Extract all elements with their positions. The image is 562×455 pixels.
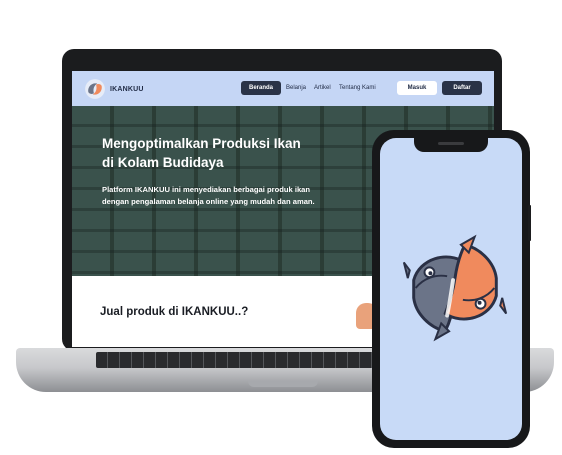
laptop-keyboard xyxy=(96,352,396,368)
phone-side-button xyxy=(528,205,531,241)
login-button[interactable]: Masuk xyxy=(397,81,437,95)
register-button[interactable]: Daftar xyxy=(442,81,482,95)
nav-belanja-link[interactable]: Belanja xyxy=(286,85,306,91)
brand-name: IKANKUU xyxy=(110,85,144,93)
hero-title: Mengoptimalkan Produksi Ikan di Kolam Bu… xyxy=(102,134,342,172)
nav-beranda-button[interactable]: Beranda xyxy=(241,81,281,95)
brand[interactable]: IKANKUU xyxy=(84,78,144,100)
nav-artikel-link[interactable]: Artikel xyxy=(314,85,331,91)
hero-title-line-1: Mengoptimalkan Produksi Ikan xyxy=(102,136,301,151)
fish-yin-yang-icon xyxy=(85,79,105,99)
nav-tentang-link[interactable]: Tentang Kami xyxy=(339,85,376,91)
hero-description: Platform IKANKUU ini menyediakan berbaga… xyxy=(102,185,315,206)
hero-title-line-2: di Kolam Budidaya xyxy=(102,155,224,170)
section-heading: Jual produk di IKANKUU..? xyxy=(100,306,249,318)
laptop-notch xyxy=(248,381,318,387)
fish-yin-yang-icon xyxy=(402,234,508,342)
phone-notch xyxy=(414,138,488,152)
navbar: IKANKUU Beranda Belanja Artikel Tentang … xyxy=(72,71,494,106)
phone-speaker xyxy=(438,142,464,145)
